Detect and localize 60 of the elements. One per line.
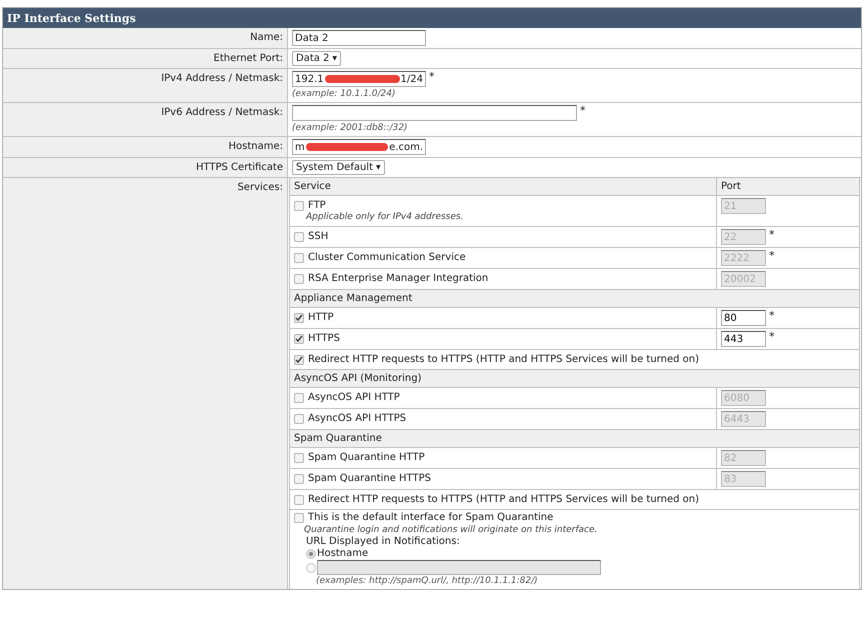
required-asterisk: * — [580, 105, 586, 116]
field-label: IPv4 Address / Netmask: — [161, 73, 283, 84]
field-label: HTTPS Certificate — [196, 162, 283, 173]
option-note: Quarantine login and notifications will originate on this interface. — [303, 524, 598, 536]
checkmark-icon — [295, 334, 303, 342]
checkbox[interactable] — [294, 334, 304, 344]
option-label: This is the default interface for Spam Quarantine — [308, 512, 554, 524]
text-field[interactable] — [292, 105, 577, 121]
service-label: HTTP — [308, 311, 334, 324]
required-asterisk: * — [769, 310, 774, 321]
required-asterisk: * — [429, 71, 434, 82]
service-label: Spam Quarantine HTTP — [308, 451, 425, 464]
service-note: Applicable only for IPv4 addresses. — [304, 212, 464, 223]
field-value: 1/24 — [400, 72, 423, 86]
service-label: HTTPS — [308, 332, 340, 345]
text-field[interactable]: m e.com. — [292, 139, 426, 155]
service-label: Cluster Communication Service — [308, 251, 466, 264]
column-header: Port — [720, 180, 742, 194]
checkbox[interactable] — [294, 513, 304, 523]
port-field[interactable]: 443 — [721, 331, 766, 347]
service-label: AsyncOS API HTTP — [308, 391, 400, 404]
url-field[interactable] — [317, 560, 601, 575]
text-field[interactable]: Data 2 — [292, 30, 426, 46]
option-label: Redirect HTTP requests to HTTPS (HTTP and HTTPS Services will be turned on) — [308, 353, 699, 366]
checkmark-icon — [295, 314, 303, 322]
field-value: m — [295, 140, 305, 154]
required-asterisk: * — [769, 331, 774, 342]
checkbox[interactable] — [294, 354, 304, 364]
column-header: Service — [290, 178, 717, 195]
field-label: Hostname: — [228, 141, 283, 152]
url-label: URL Displayed in Notifications: — [306, 536, 461, 548]
port-field[interactable]: 80 — [721, 310, 766, 326]
section-heading: AsyncOS API (Monitoring) — [290, 370, 859, 388]
radio-button[interactable] — [306, 562, 316, 572]
field-value: 192.1 — [295, 72, 324, 86]
checkbox[interactable] — [294, 494, 304, 504]
field-label: Ethernet Port: — [214, 53, 283, 64]
section-heading: Appliance Management — [290, 290, 859, 308]
example-hint: (example: 10.1.1.0/24) — [292, 88, 397, 100]
text-field[interactable]: 192.1 1/24 — [292, 71, 426, 87]
service-label: SSH — [308, 230, 328, 243]
example-hint: (examples: http://spamQ.url/, http://10.1.1.1:82/) — [315, 575, 539, 587]
section-heading: Spam Quarantine — [290, 430, 859, 448]
checkbox[interactable] — [294, 312, 304, 322]
service-label: RSA Enterprise Manager Integration — [308, 272, 488, 285]
service-label: FTP — [308, 199, 326, 212]
field-value: e.com. — [389, 140, 423, 154]
field-label: IPv6 Address / Netmask: — [161, 107, 283, 118]
field-label: Services: — [237, 182, 283, 193]
service-label: Spam Quarantine HTTPS — [308, 472, 431, 485]
required-asterisk: * — [769, 250, 774, 261]
checkmark-icon — [295, 356, 303, 364]
service-label: AsyncOS API HTTPS — [308, 412, 406, 425]
radio-label: Hostname — [317, 548, 368, 560]
radio-button[interactable] — [306, 549, 316, 559]
example-hint: (example: 2001:db8::/32) — [292, 122, 408, 134]
option-label: Redirect HTTP requests to HTTPS (HTTP and HTTPS Services will be turned on) — [308, 493, 699, 506]
panel-header: IP Interface Settings — [3, 8, 861, 28]
required-asterisk: * — [769, 229, 774, 240]
field-label: Name: — [250, 32, 283, 43]
